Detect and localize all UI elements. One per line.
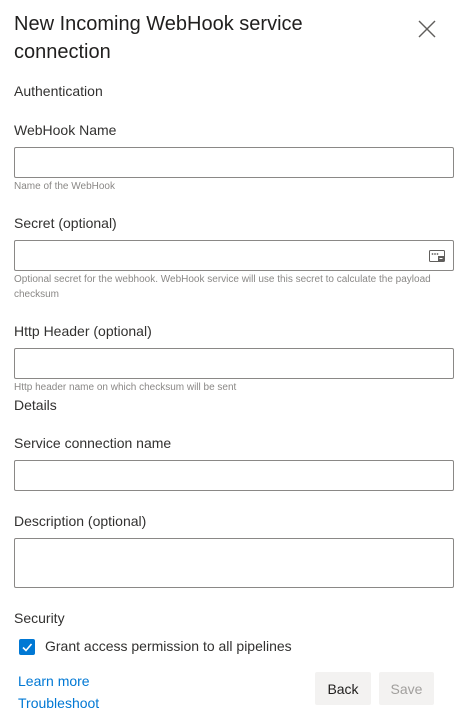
password-reveal-icon[interactable] [429, 248, 445, 264]
panel-title: New Incoming WebHook service connection [14, 13, 303, 63]
back-button[interactable]: Back [315, 672, 371, 705]
troubleshoot-link[interactable]: Troubleshoot [18, 695, 99, 711]
secret-input[interactable] [14, 240, 454, 271]
grant-access-label[interactable]: Grant access permission to all pipelines [45, 638, 292, 654]
grant-access-checkbox[interactable] [19, 639, 35, 655]
webhook-name-helper: Name of the WebHook [14, 181, 115, 192]
webhook-name-label: WebHook Name [14, 122, 117, 138]
http-header-helper: Http header name on which checksum will … [14, 382, 237, 393]
close-button[interactable] [412, 14, 442, 44]
secret-label: Secret (optional) [14, 215, 117, 231]
save-button[interactable]: Save [379, 672, 434, 705]
checkmark-icon [22, 643, 33, 652]
description-label: Description (optional) [14, 513, 147, 529]
http-header-input[interactable] [14, 348, 454, 379]
section-details: Details [14, 397, 57, 413]
section-security: Security [14, 610, 65, 626]
close-icon [418, 20, 436, 38]
webhook-name-input[interactable] [14, 147, 454, 178]
section-authentication: Authentication [14, 83, 103, 99]
service-connection-name-label: Service connection name [14, 435, 172, 451]
secret-helper: Optional secret for the webhook. WebHook… [14, 274, 431, 300]
http-header-label: Http Header (optional) [14, 323, 152, 339]
learn-more-link[interactable]: Learn more [18, 673, 90, 689]
description-textarea[interactable] [14, 538, 454, 588]
service-connection-name-input[interactable] [14, 460, 454, 491]
